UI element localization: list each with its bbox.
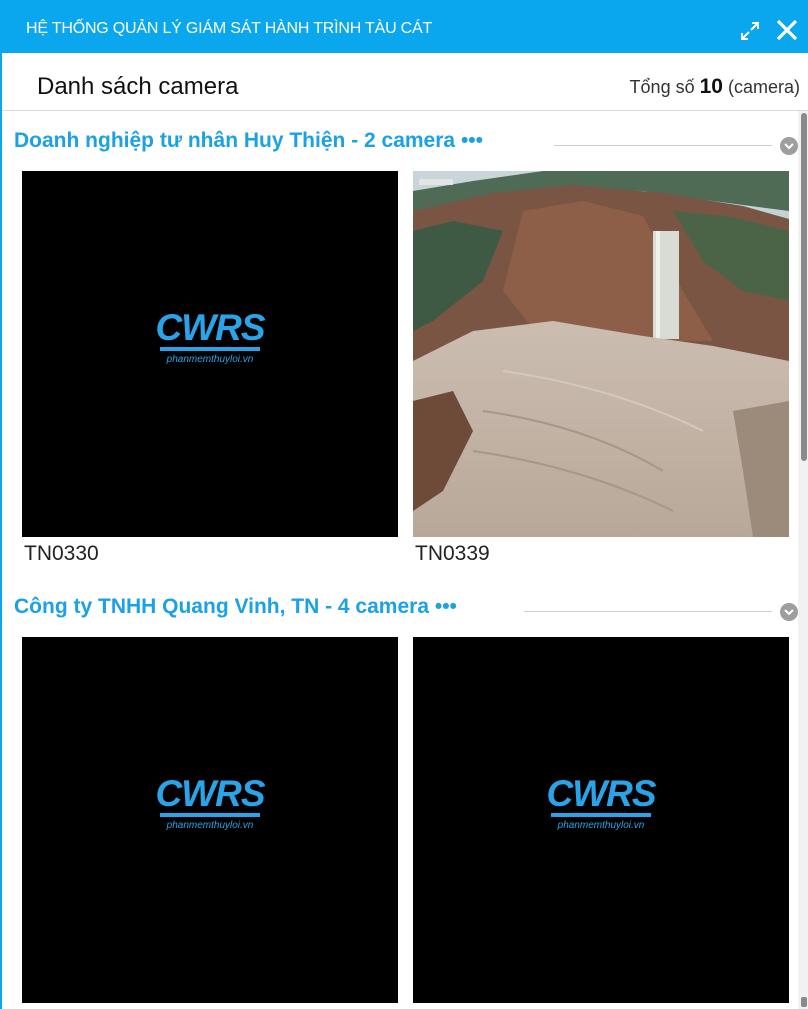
vertical-scrollbar[interactable] (798, 111, 808, 1009)
camera-tile-tn0339[interactable] (413, 171, 789, 537)
camera-label: TN0330 (24, 542, 99, 565)
camera-label: TN0339 (415, 542, 490, 565)
group-header-huy-thien[interactable]: Doanh nghiệp tư nhân Huy Thiện - 2 camer… (14, 129, 798, 159)
group-header-quang-vinh[interactable]: Công ty TNHH Quang Vinh, TN - 4 camera •… (14, 595, 798, 625)
group-divider (554, 145, 772, 146)
collapse-icon[interactable] (780, 137, 798, 155)
total-prefix: Tổng số (629, 77, 695, 97)
page-title: Danh sách camera (37, 73, 239, 100)
camera-feed-image (413, 171, 789, 537)
scroll-end-marker (801, 997, 807, 1007)
total-count: 10 (699, 75, 723, 98)
collapse-icon[interactable] (780, 603, 798, 621)
close-icon[interactable] (774, 17, 800, 43)
expand-icon[interactable] (739, 20, 761, 42)
title-bar: HỆ THỐNG QUẢN LÝ GIÁM SÁT HÀNH TRÌNH TÀU… (2, 0, 808, 53)
scroll-thumb[interactable] (801, 113, 807, 461)
cwrs-logo: CWRS phanmemthuyloi.vn (546, 773, 656, 832)
camera-total: Tổng số 10 (camera) (630, 75, 800, 99)
camera-tile-tn0330[interactable]: CWRS phanmemthuyloi.vn (22, 171, 398, 537)
total-suffix: (camera) (727, 77, 800, 97)
list-header: Danh sách camera Tổng số 10 (camera) (2, 53, 808, 111)
camera-tile[interactable]: CWRS phanmemthuyloi.vn (413, 637, 789, 1003)
group-title: Doanh nghiệp tư nhân Huy Thiện - 2 camer… (14, 129, 483, 152)
camera-list-window: HỆ THỐNG QUẢN LÝ GIÁM SÁT HÀNH TRÌNH TÀU… (0, 0, 808, 1009)
more-icon[interactable]: ••• (435, 595, 457, 618)
group-divider (524, 611, 772, 612)
camera-list: Doanh nghiệp tư nhân Huy Thiện - 2 camer… (2, 111, 798, 1009)
more-icon[interactable]: ••• (461, 129, 483, 152)
cwrs-logo: CWRS phanmemthuyloi.vn (155, 773, 265, 832)
camera-tile[interactable]: CWRS phanmemthuyloi.vn (22, 637, 398, 1003)
group-title: Công ty TNHH Quang Vinh, TN - 4 camera •… (14, 595, 457, 618)
window-title: HỆ THỐNG QUẢN LÝ GIÁM SÁT HÀNH TRÌNH TÀU… (26, 20, 433, 37)
cwrs-logo: CWRS phanmemthuyloi.vn (155, 307, 265, 366)
